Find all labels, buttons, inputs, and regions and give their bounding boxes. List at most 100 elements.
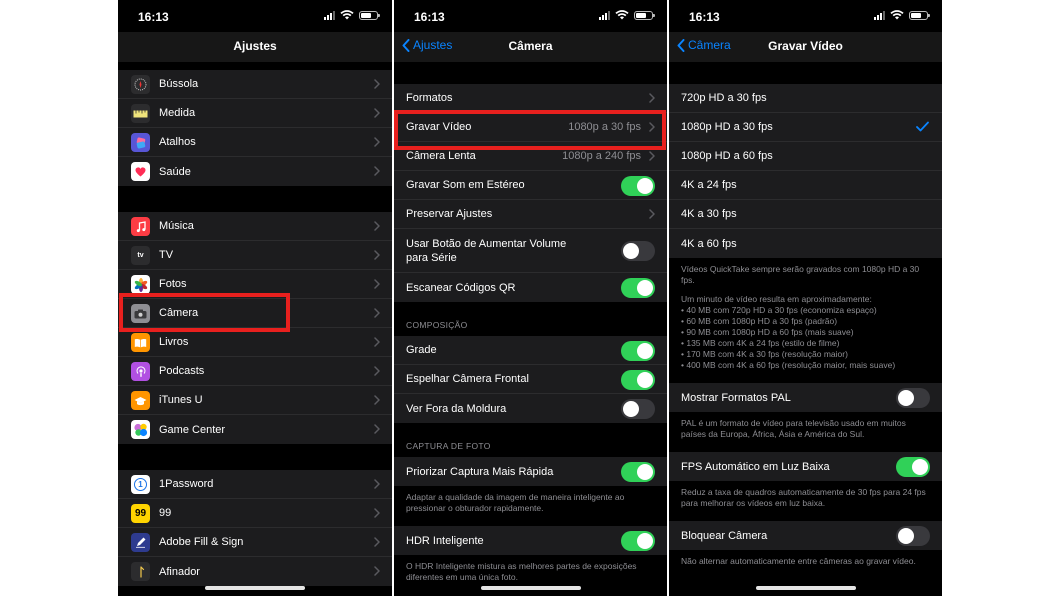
battery-icon	[634, 10, 655, 20]
resolution-option-4k-a-60-fps[interactable]: 4K a 60 fps	[669, 229, 942, 258]
toggle-row-fps: FPS Automático em Luz Baixa	[669, 452, 942, 481]
sidebar-item-tv[interactable]: tv TV	[118, 241, 392, 270]
row-label: Atalhos	[159, 136, 196, 148]
lock-camera-toggle[interactable]	[896, 526, 930, 546]
pal-formats-toggle[interactable]	[896, 388, 930, 408]
page-title: Câmera	[508, 39, 553, 53]
status-bar: 16:13	[669, 0, 942, 32]
hdr-toggle[interactable]	[621, 531, 655, 551]
row-label: 4K a 24 fps	[681, 179, 737, 191]
chevron-right-icon	[374, 308, 380, 318]
graduation-cap-icon	[131, 391, 150, 410]
sidebar-item-medida[interactable]: Medida	[118, 99, 392, 128]
row-label: Mostrar Formatos PAL	[681, 391, 791, 404]
nav-bar: Ajustes Câmera	[394, 32, 667, 62]
wifi-icon	[615, 10, 629, 20]
status-time: 16:13	[414, 10, 445, 24]
99-icon: 99	[131, 504, 150, 523]
sidebar-item-atalhos[interactable]: Atalhos	[118, 128, 392, 157]
sidebar-item-bussola[interactable]: Bússola	[118, 70, 392, 99]
ver-fora-da-moldura-toggle[interactable]	[621, 399, 655, 419]
settings-group-utilities: Bússola Medida Atalhos Saúde	[118, 70, 392, 186]
sidebar-item-musica[interactable]: Música	[118, 212, 392, 241]
ruler-icon	[131, 104, 150, 123]
book-icon	[131, 333, 150, 352]
row-label: Livros	[159, 336, 189, 348]
compass-icon	[131, 75, 150, 94]
row-label: TV	[159, 249, 174, 261]
hdr-group: HDR Inteligente	[394, 526, 667, 555]
espelhar-camera-frontal-toggle[interactable]	[621, 370, 655, 390]
row-label: 1080p HD a 60 fps	[681, 150, 773, 162]
resolution-options-group: 720p HD a 30 fps 1080p HD a 30 fps 1080p H…	[669, 84, 942, 258]
size-list-item: • 135 MB com 4K a 24 fps (estilo de film…	[681, 338, 840, 348]
sidebar-item-livros[interactable]: Livros	[118, 328, 392, 357]
sidebar-item-adobe-fill-sign[interactable]: Adobe Fill & Sign	[118, 528, 392, 557]
home-indicator	[205, 586, 305, 590]
row-label: Formatos	[406, 92, 453, 104]
sidebar-item-game-center[interactable]: Game Center	[118, 415, 392, 444]
status-bar: 16:13	[394, 0, 667, 32]
row-label: Câmera Lenta	[406, 150, 476, 162]
toggle-row-escanear-codigos-qr: Escanear Códigos QR	[394, 273, 667, 302]
gravar-som-em-estereo-toggle[interactable]	[621, 176, 655, 196]
section-header-captura: CAPTURA DE FOTO	[406, 441, 491, 451]
resolution-option-1080p-hd-a-30-fps[interactable]: 1080p HD a 30 fps	[669, 113, 942, 142]
page-title: Ajustes	[233, 39, 277, 53]
menu-item-formatos[interactable]: Formatos	[394, 84, 667, 113]
pen-icon	[131, 533, 150, 552]
cellular-signal-icon	[599, 10, 610, 20]
captura-group: Priorizar Captura Mais Rápida	[394, 457, 667, 486]
toggle-row-lock-camera: Bloquear Câmera	[669, 521, 942, 550]
row-label: iTunes U	[159, 394, 203, 406]
music-note-icon	[131, 217, 150, 236]
sidebar-item-saude[interactable]: Saúde	[118, 157, 392, 186]
row-label: HDR Inteligente	[406, 534, 484, 547]
appletv-icon: tv	[131, 246, 150, 265]
size-list-item: • 170 MB com 4K a 30 fps (resolução maio…	[681, 349, 848, 359]
chevron-right-icon	[649, 93, 655, 103]
toggle-row-grade: Grade	[394, 336, 667, 365]
settings-group-third-party: 1 1Password 99 99 Adobe Fill & Sign Afinador	[118, 470, 392, 586]
toggle-row-usar-botao-de-aumentar-volume-para-serie: Usar Botão de Aumentar Volume para Série	[394, 229, 667, 273]
quicktake-note: Vídeos QuickTake sempre serão gravados c…	[681, 264, 920, 285]
toggle-row-hdr: HDR Inteligente	[394, 526, 667, 555]
priorizar-captura-toggle[interactable]	[621, 462, 655, 482]
resolution-option-720p-hd-a-30-fps[interactable]: 720p HD a 30 fps	[669, 84, 942, 113]
cellular-signal-icon	[324, 10, 335, 20]
pal-footer: PAL é um formato de vídeo para televisão…	[681, 418, 906, 439]
sidebar-item-99[interactable]: 99 99	[118, 499, 392, 528]
sidebar-item-afinador[interactable]: Afinador	[118, 557, 392, 586]
row-label: Bloquear Câmera	[681, 529, 768, 542]
row-label: Priorizar Captura Mais Rápida	[406, 465, 554, 478]
row-label: Afinador	[159, 565, 200, 578]
resolution-option-4k-a-30-fps[interactable]: 4K a 30 fps	[669, 200, 942, 229]
sidebar-item-itunes-u[interactable]: iTunes U	[118, 386, 392, 415]
resolution-option-1080p-hd-a-60-fps[interactable]: 1080p HD a 60 fps	[669, 142, 942, 171]
row-label: Game Center	[159, 423, 226, 436]
pal-group: Mostrar Formatos PAL	[669, 383, 942, 412]
row-label: 99	[159, 507, 172, 519]
chevron-right-icon	[374, 79, 380, 89]
chevron-right-icon	[649, 209, 655, 219]
toggle-row-ver-fora-da-moldura: Ver Fora da Moldura	[394, 394, 667, 423]
wifi-icon	[340, 10, 354, 20]
wifi-icon	[890, 10, 904, 20]
menu-item-preservar-ajustes[interactable]: Preservar Ajustes	[394, 200, 667, 229]
resolution-option-4k-a-24-fps[interactable]: 4K a 24 fps	[669, 171, 942, 200]
home-indicator	[755, 586, 856, 590]
usar-botao-de-aumentar-volume-para-serie-toggle[interactable]	[621, 241, 655, 261]
sidebar-item-podcasts[interactable]: Podcasts	[118, 357, 392, 386]
escanear-codigos-qr-toggle[interactable]	[621, 278, 655, 298]
chevron-right-icon	[374, 395, 380, 405]
row-label: 1Password	[159, 478, 214, 490]
sidebar-item-1password[interactable]: 1 1Password	[118, 470, 392, 499]
toggle-row-pal: Mostrar Formatos PAL	[669, 383, 942, 412]
battery-icon	[359, 10, 380, 20]
game-center-icon	[131, 420, 150, 439]
chevron-right-icon	[374, 508, 380, 518]
auto-fps-toggle[interactable]	[896, 457, 930, 477]
grade-toggle[interactable]	[621, 341, 655, 361]
size-list-item: • 40 MB com 720p HD a 30 fps (economiza …	[681, 305, 877, 315]
captura-footer: Adaptar a qualidade da imagem de maneira…	[406, 492, 625, 513]
